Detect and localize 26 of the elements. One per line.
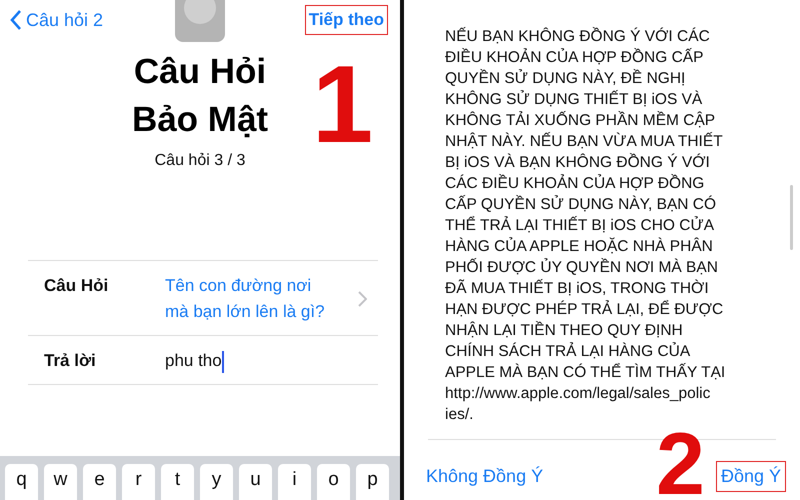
field-label: Câu Hỏi (44, 275, 110, 297)
question-counter: Câu hỏi 3 / 3 (154, 152, 246, 170)
disagree-button[interactable]: Không Đồng Ý (421, 461, 548, 492)
back-button[interactable]: Câu hỏi 2 (10, 9, 104, 31)
back-label: Câu hỏi 2 (26, 10, 104, 30)
field-label: Trả lời (44, 350, 97, 372)
keyboard-key[interactable]: e (83, 464, 116, 500)
keyboard-key[interactable]: o (317, 464, 350, 500)
keyboard-key[interactable]: p (356, 464, 389, 500)
answer-field[interactable]: phu tho (165, 348, 358, 374)
chevron-right-icon (358, 291, 367, 307)
next-button[interactable]: Tiếp theo (304, 5, 388, 35)
keyboard-key[interactable]: q (5, 464, 38, 500)
keyboard-key[interactable]: u (239, 464, 272, 500)
keyboard-key[interactable]: t (161, 464, 194, 500)
keyboard-key[interactable]: r (122, 464, 155, 500)
step-number: 1 (312, 50, 374, 160)
chevron-left-icon (10, 9, 22, 31)
page-title: Câu Hỏi Bảo Mật (132, 51, 268, 141)
keyboard-key[interactable]: w (44, 464, 77, 500)
keyboard-key[interactable]: i (278, 464, 311, 500)
keyboard-key[interactable]: y (200, 464, 233, 500)
app-icon (175, 0, 225, 42)
question-picker[interactable]: Tên con đường nơi mà bạn lớn lên là gì? (165, 273, 358, 325)
agree-button[interactable]: Đồng Ý (716, 461, 786, 492)
scroll-bar (790, 185, 793, 250)
